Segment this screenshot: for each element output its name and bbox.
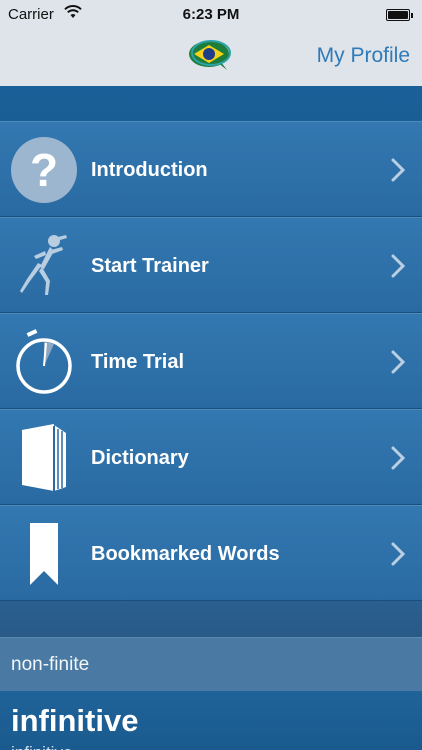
question-icon: ? <box>8 134 80 206</box>
chevron-right-icon <box>391 158 406 182</box>
battery-icon <box>386 9 413 21</box>
stopwatch-icon <box>8 326 80 398</box>
my-profile-button[interactable]: My Profile <box>317 44 410 68</box>
app-logo-icon <box>189 40 231 70</box>
word-title: infinitive <box>11 703 139 738</box>
menu-item-label: Introduction <box>91 159 208 181</box>
menu-item-introduction[interactable]: ? Introduction <box>0 121 422 217</box>
main-content: ? Introduction Start Trainer Time Trial … <box>0 86 422 750</box>
menu-item-dictionary[interactable]: Dictionary <box>0 409 422 505</box>
top-bar: Carrier 6:23 PM My Profile <box>0 0 422 86</box>
menu-item-label: Start Trainer <box>91 255 209 277</box>
book-icon <box>8 422 80 494</box>
chevron-right-icon <box>391 542 406 566</box>
menu-item-label: Bookmarked Words <box>91 543 280 565</box>
app-screen: Carrier 6:23 PM My Profile ? Introductio… <box>0 0 422 750</box>
menu-item-bookmarked-words[interactable]: Bookmarked Words <box>0 505 422 601</box>
menu-item-label: Time Trial <box>91 351 185 373</box>
word-panel[interactable]: infinitive infinitive <box>0 691 422 750</box>
chevron-right-icon <box>391 254 406 278</box>
status-time: 6:23 PM <box>182 6 240 23</box>
menu-item-time-trial[interactable]: Time Trial <box>0 313 422 409</box>
word-category-label: non-finite <box>0 637 422 691</box>
main-menu: ? Introduction Start Trainer Time Trial … <box>0 121 422 601</box>
bookmark-icon <box>8 518 80 590</box>
runner-icon <box>8 230 80 302</box>
chevron-right-icon <box>391 446 406 470</box>
chevron-right-icon <box>391 350 406 374</box>
menu-top-spacer <box>0 86 422 121</box>
status-bar: Carrier 6:23 PM <box>0 0 422 30</box>
menu-item-start-trainer[interactable]: Start Trainer <box>0 217 422 313</box>
svg-text:?: ? <box>30 144 58 196</box>
word-subtitle: infinitive <box>11 743 72 750</box>
menu-bottom-spacer <box>0 601 422 637</box>
menu-item-label: Dictionary <box>91 447 189 469</box>
